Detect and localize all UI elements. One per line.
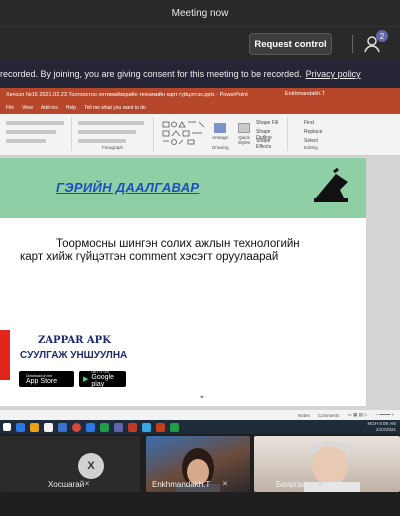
participant-name-2: Enkhmandakh.T bbox=[152, 480, 211, 489]
mic-off-icon: ✕ bbox=[222, 481, 228, 488]
toolbar-divider bbox=[352, 35, 353, 53]
taskbar-app-3-icon[interactable] bbox=[44, 422, 53, 432]
ppt-status-bar: Notes Comments ▭ ▦ ▤ ▷ – ━━━━ + bbox=[0, 410, 400, 420]
ppt-ribbon: Paragraph Arrange Quick Styles Shape Fil… bbox=[0, 114, 400, 156]
mic-off-icon: ✕ bbox=[84, 481, 90, 488]
taskbar-app-10-icon[interactable] bbox=[142, 422, 151, 432]
app-store-label: App Store bbox=[26, 377, 58, 385]
google-play-label: Google play bbox=[91, 374, 114, 388]
menu-view[interactable]: View bbox=[22, 105, 33, 111]
slide-body-text: Тоормосны шингэн солих ажлын технологийн… bbox=[20, 238, 300, 263]
ribbon-group-paragraph: Paragraph bbox=[74, 117, 154, 151]
request-control-button[interactable]: Request control bbox=[249, 33, 332, 55]
clock-time: 8:09 AM bbox=[379, 421, 396, 426]
mouse-cursor-icon: ⌖ bbox=[200, 394, 204, 401]
ppt-user-name: Enkhmandakh.T bbox=[285, 91, 326, 97]
taskbar-app-9-icon[interactable] bbox=[128, 422, 137, 432]
google-play-badge[interactable]: ▶ GET IT ON Google play bbox=[79, 370, 126, 388]
privacy-policy-link[interactable]: Privacy policy bbox=[306, 69, 361, 79]
slide-heading: ГЭРИЙН ДААЛГАВАР bbox=[56, 180, 200, 195]
ribbon-label-paragraph: Paragraph bbox=[102, 145, 124, 150]
quick-styles-label: Quick Styles bbox=[237, 135, 251, 145]
shape-effects[interactable]: Shape Effects bbox=[256, 138, 287, 150]
folder-icon[interactable] bbox=[30, 422, 39, 432]
windows-taskbar: МОН 8:09 AM 2/23/2021 bbox=[0, 420, 400, 434]
tell-me-search[interactable]: Tell me what you want to do bbox=[84, 105, 146, 111]
system-tray[interactable]: МОН 8:09 AM 2/23/2021 bbox=[367, 421, 396, 433]
shapes-gallery-icon[interactable] bbox=[162, 121, 206, 147]
slide[interactable]: ГЭРИЙН ДААЛГАВАР Тоормосны шингэн солих … bbox=[0, 158, 366, 406]
mic-off-icon: ✕ bbox=[318, 481, 324, 488]
arrange-label: Arrange bbox=[211, 135, 228, 140]
participants-strip: X Хосшагай ✕ Enkhmandakh.T ✕ Баяргаа ✕ bbox=[0, 434, 400, 516]
taskbar-app-1-icon[interactable] bbox=[16, 422, 25, 432]
zappar-title: ZAPPAR APK bbox=[38, 335, 111, 346]
edge-icon[interactable] bbox=[86, 422, 95, 432]
ppt-file-title: Хичээл №16 2021.02.23 Толгоостоо оптимай… bbox=[6, 92, 248, 98]
comments-button[interactable]: Comments bbox=[318, 413, 340, 418]
menu-addins[interactable]: Add-ins bbox=[41, 105, 58, 111]
clock-date: 2/23/2021 bbox=[375, 427, 396, 432]
recording-consent-text: recorded. By joining, you are giving con… bbox=[0, 69, 302, 79]
shape-fill[interactable]: Shape Fill bbox=[256, 120, 278, 126]
notes-button[interactable]: Notes bbox=[298, 413, 310, 418]
ribbon-group-drawing: Arrange Quick Styles Shape Fill Shape Ou… bbox=[156, 117, 288, 151]
shared-screen: Хичээл №16 2021.02.23 Толгоостоо оптимай… bbox=[0, 88, 400, 420]
teams-icon[interactable] bbox=[114, 422, 123, 432]
window-title: Meeting now bbox=[171, 7, 229, 19]
replace-button[interactable]: Replace bbox=[304, 129, 322, 135]
powerpoint-icon[interactable] bbox=[156, 422, 165, 432]
avatar: X bbox=[78, 453, 104, 479]
zappar-logo bbox=[0, 330, 10, 380]
menu-file[interactable]: File bbox=[6, 105, 14, 111]
title-bar: Meeting now bbox=[0, 0, 400, 26]
slide-editor: ГЭРИЙН ДААЛГАВАР Тоормосны шингэн солих … bbox=[0, 156, 400, 410]
language-indicator: МОН bbox=[367, 421, 378, 426]
taskbar-app-12-icon[interactable] bbox=[170, 422, 179, 432]
zappar-subtitle: СУУЛГАЖ УНШУУЛНА bbox=[20, 350, 128, 361]
recording-consent-banner: recorded. By joining, you are giving con… bbox=[0, 60, 400, 88]
play-icon: ▶ bbox=[83, 376, 89, 383]
ribbon-label-drawing: Drawing bbox=[212, 145, 229, 150]
participant-name-1: Хосшагай bbox=[48, 480, 85, 489]
menu-help[interactable]: Help bbox=[66, 105, 76, 111]
excel-icon[interactable] bbox=[100, 422, 109, 432]
ppt-menu-bar: File View Add-ins Help Tell me what you … bbox=[0, 102, 400, 114]
meeting-window: Meeting now Request control 2 recorded. … bbox=[0, 0, 400, 516]
ribbon-group-font bbox=[2, 117, 72, 151]
quick-styles-button[interactable]: Quick Styles bbox=[234, 123, 254, 145]
view-buttons-icon[interactable]: ▭ ▦ ▤ ▷ bbox=[348, 412, 368, 418]
participant-name-3: Баяргаа bbox=[276, 480, 307, 489]
arrange-button[interactable]: Arrange bbox=[210, 123, 230, 145]
start-icon[interactable] bbox=[3, 423, 11, 431]
ribbon-group-editing: Find Replace Select Editing bbox=[290, 117, 340, 151]
ribbon-label-editing: Editing bbox=[304, 145, 318, 150]
meeting-toolbar: Request control 2 bbox=[0, 26, 400, 60]
select-button[interactable]: Select bbox=[304, 138, 318, 144]
brake-pedal-icon bbox=[314, 168, 348, 202]
word-icon[interactable] bbox=[58, 422, 67, 432]
chrome-icon[interactable] bbox=[72, 422, 81, 432]
app-store-badge[interactable]: Download on the App Store bbox=[19, 371, 74, 387]
ppt-title-bar: Хичээл №16 2021.02.23 Толгоостоо оптимай… bbox=[0, 88, 400, 102]
find-button[interactable]: Find bbox=[304, 120, 314, 126]
zoom-slider[interactable]: – ━━━━ + bbox=[376, 412, 394, 418]
slide-title-band: ГЭРИЙН ДААЛГАВАР bbox=[0, 158, 366, 218]
participants-count-badge: 2 bbox=[376, 30, 388, 42]
